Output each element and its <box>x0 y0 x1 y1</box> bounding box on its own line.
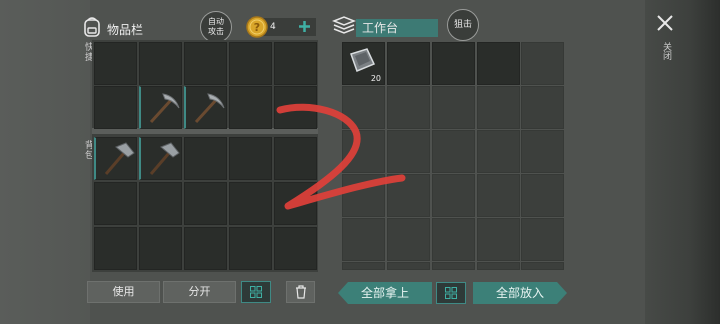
close-icon[interactable] <box>654 12 676 34</box>
workbench-slot[interactable] <box>477 262 520 270</box>
workbench-slot-iron-plate[interactable]: 20 <box>342 42 385 85</box>
grid-icon <box>445 287 457 299</box>
workbench-slot[interactable] <box>432 218 475 261</box>
workbench-slot[interactable] <box>432 262 475 270</box>
workbench-slot[interactable] <box>521 262 564 270</box>
backpack-slot[interactable] <box>229 182 272 225</box>
coin-count: 4 <box>270 22 276 32</box>
workbench-slot[interactable] <box>432 42 475 85</box>
close-label: 关闭 <box>661 42 671 60</box>
hammer-icon <box>104 142 135 175</box>
backpack-slot[interactable] <box>94 182 137 225</box>
backpack-slot-hammer[interactable] <box>94 137 137 180</box>
workbench-slot[interactable] <box>387 262 430 270</box>
grid-icon <box>250 286 262 298</box>
auto-attack-button[interactable]: 自动 攻击 <box>200 11 232 43</box>
snipe-button[interactable]: 狙击 <box>447 9 479 41</box>
quick-slot-pickaxe[interactable] <box>184 86 227 129</box>
workbench-sort-button[interactable] <box>436 282 466 304</box>
right-background <box>645 0 720 324</box>
backpack-slot[interactable] <box>139 182 182 225</box>
quick-slot[interactable] <box>139 42 182 85</box>
iron-plate-icon <box>350 48 376 72</box>
add-coins-icon[interactable] <box>298 20 311 33</box>
backpack-slot[interactable] <box>139 227 182 270</box>
backpack-slot[interactable] <box>94 227 137 270</box>
workbench-slot[interactable] <box>342 262 385 270</box>
workbench-title: 工作台 <box>356 19 438 37</box>
auto-attack-label-1: 自动 <box>208 17 224 26</box>
svg-text:?: ? <box>254 21 260 34</box>
workbench-icon <box>332 16 356 34</box>
workbench-slot[interactable] <box>521 86 564 129</box>
sort-button[interactable] <box>241 281 271 303</box>
workbench-slot[interactable] <box>432 174 475 217</box>
backpack-slot[interactable] <box>274 227 317 270</box>
workbench-slot[interactable] <box>521 218 564 261</box>
item-count: 20 <box>370 74 381 83</box>
left-background <box>0 0 90 324</box>
red-annotation-stroke <box>276 103 406 210</box>
pickaxe-icon <box>149 93 180 124</box>
backpack-slot[interactable] <box>229 227 272 270</box>
delete-button[interactable] <box>286 281 315 303</box>
workbench-slot[interactable] <box>432 86 475 129</box>
quick-slot[interactable] <box>274 42 317 85</box>
hammer-icon <box>149 142 180 175</box>
inventory-title: 物品栏 <box>107 23 144 37</box>
workbench-slot[interactable] <box>477 86 520 129</box>
workbench-slot[interactable] <box>387 218 430 261</box>
quick-slot[interactable] <box>94 42 137 85</box>
workbench-slot[interactable] <box>432 130 475 173</box>
quick-slot-pickaxe[interactable] <box>139 86 182 129</box>
backpack-slot[interactable] <box>184 137 227 180</box>
workbench-slot[interactable] <box>477 130 520 173</box>
workbench-slot[interactable] <box>477 42 520 85</box>
workbench-slot[interactable] <box>387 42 430 85</box>
trash-icon <box>295 285 306 299</box>
backpack-slot[interactable] <box>229 137 272 180</box>
snipe-label: 狙击 <box>453 20 472 30</box>
backpack-slot-hammer[interactable] <box>139 137 182 180</box>
workbench-slot[interactable] <box>342 218 385 261</box>
put-all-button[interactable]: 全部放入 <box>473 282 567 304</box>
workbench-slot[interactable] <box>521 130 564 173</box>
auto-attack-label-2: 攻击 <box>208 27 224 36</box>
workbench-slot[interactable] <box>521 174 564 217</box>
backpack-icon <box>84 17 100 37</box>
take-all-button[interactable]: 全部拿上 <box>338 282 432 304</box>
backpack-slot[interactable] <box>184 182 227 225</box>
quick-slot[interactable] <box>229 86 272 129</box>
coin-icon: ? <box>246 16 268 38</box>
pickaxe-icon <box>194 93 225 124</box>
workbench-slot[interactable] <box>521 42 564 85</box>
workbench-slot[interactable] <box>477 218 520 261</box>
quick-slot[interactable] <box>184 42 227 85</box>
split-button[interactable]: 分开 <box>163 281 236 303</box>
quick-slot[interactable] <box>94 86 137 129</box>
backpack-slot[interactable] <box>184 227 227 270</box>
quick-slot[interactable] <box>229 42 272 85</box>
workbench-slot[interactable] <box>477 174 520 217</box>
use-button[interactable]: 使用 <box>87 281 160 303</box>
